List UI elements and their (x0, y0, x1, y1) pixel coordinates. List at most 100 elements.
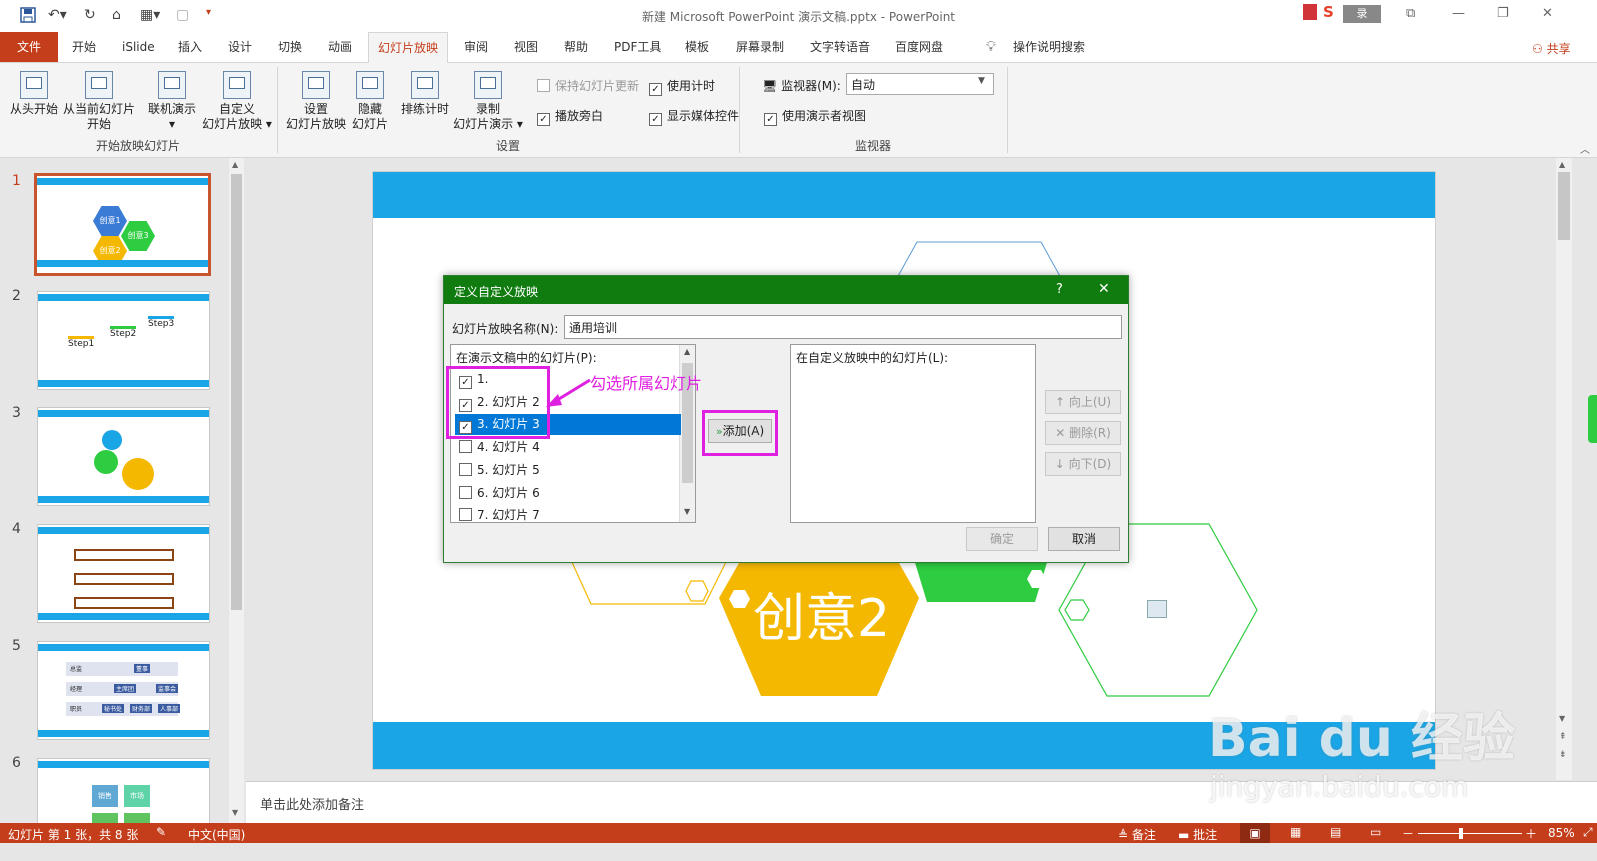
scroll-down-icon[interactable]: ▼ (684, 507, 690, 516)
zoom-in-button[interactable]: ＋ (1525, 825, 1537, 842)
presenter-view-checkbox[interactable]: ✓ 使用演示者视图 (764, 107, 866, 126)
thumbnail-scrollbar[interactable]: ▲ ▼ (229, 158, 244, 823)
use-timings-checkbox[interactable]: ✓ 使用计时 (649, 77, 715, 96)
restore-icon[interactable]: ❐ (1497, 6, 1509, 21)
from-current-button[interactable]: 从当前幻灯片 开始 (62, 69, 136, 132)
comments-toggle[interactable]: ▬ 批注 (1178, 826, 1217, 843)
collapse-ribbon-icon[interactable]: ︿ (1580, 141, 1590, 156)
zoom-out-button[interactable]: － (1402, 825, 1414, 842)
slide-thumbnail-6[interactable]: 销售 市场 (37, 758, 210, 824)
notes-toggle[interactable]: ≜ 备注 (1118, 826, 1156, 843)
from-beginning-button[interactable]: 从头开始 (4, 69, 64, 117)
close-icon[interactable]: ✕ (1098, 281, 1110, 297)
slide-thumbnail-2[interactable]: Step1 Step2 Step3 (37, 291, 210, 390)
side-tab[interactable] (1588, 395, 1597, 443)
show-name-input[interactable]: 通用培训 (564, 315, 1122, 339)
tell-me-search[interactable]: 操作说明搜索 (1004, 32, 1094, 62)
slide-thumbnail-3[interactable] (37, 407, 210, 506)
checkbox[interactable] (459, 462, 472, 476)
scrollbar-thumb[interactable] (1558, 172, 1570, 240)
tab-transitions[interactable]: 切换 (269, 32, 311, 62)
checkbox[interactable] (459, 508, 472, 522)
prev-slide-icon[interactable]: ⇞ (1559, 732, 1567, 742)
tab-insert[interactable]: 插入 (169, 32, 211, 62)
reading-view-icon[interactable]: ▤ (1330, 825, 1341, 839)
dialog-title-bar: 定义自定义放映 ? ✕ (444, 276, 1128, 304)
tab-home[interactable]: 开始 (63, 32, 105, 62)
zoom-level[interactable]: 85% (1548, 826, 1575, 840)
rehearse-timings-button[interactable]: 排练计时 (398, 69, 452, 117)
close-window-icon[interactable]: ✕ (1542, 6, 1553, 21)
zoom-slider[interactable] (1418, 833, 1522, 834)
tab-screen-record[interactable]: 屏幕录制 (727, 32, 793, 62)
scrollbar-thumb[interactable] (231, 174, 242, 610)
notes-placeholder: 单击此处添加备注 (260, 798, 365, 813)
tab-pdf-tools[interactable]: PDF工具 (605, 32, 670, 62)
custom-show-slides-list[interactable]: 在自定义放映中的幻灯片(L): (790, 344, 1036, 523)
tab-templates[interactable]: 模板 (676, 32, 718, 62)
scroll-down-icon[interactable]: ▼ (232, 808, 238, 817)
slide-thumbnail-5[interactable]: 总监 经理 职员 董事 主席团 监事会 秘书处 财务部 人事部 (37, 641, 210, 740)
slide-thumbnail-1[interactable]: 创意1 创意3 创意2 (34, 173, 211, 276)
scroll-up-icon[interactable]: ▲ (684, 347, 690, 356)
scroll-down-icon[interactable]: ▼ (1559, 714, 1565, 723)
scroll-up-icon[interactable]: ▲ (232, 160, 238, 169)
spelling-icon[interactable]: ✎ (156, 825, 166, 839)
editor-scrollbar[interactable]: ▲ ▼ ⇞ ⇟ (1556, 158, 1572, 780)
hide-slide-button[interactable]: 隐藏 幻灯片 (350, 69, 390, 132)
slide-sorter-icon[interactable]: ▦ (1290, 825, 1301, 839)
monitor-select[interactable]: 自动 ▼ (846, 73, 994, 95)
custom-slideshow-button[interactable]: 自定义 幻灯片放映 ▾ (200, 69, 274, 132)
sogou-icon[interactable]: S (1323, 3, 1334, 21)
slide-list-item[interactable]: 5. 幻灯片 5 (455, 460, 681, 481)
move-down-button[interactable]: ↓ 向下(D) (1045, 452, 1121, 476)
tab-baidu-netdisk[interactable]: 百度网盘 (886, 32, 952, 62)
fit-slide-icon[interactable]: ⤢ (1583, 825, 1593, 840)
language-indicator[interactable]: 中文(中国) (188, 826, 245, 843)
thumb-hexagon: 创意1 (93, 206, 127, 236)
minimize-icon[interactable]: — (1452, 6, 1465, 21)
ok-button[interactable]: 确定 (966, 527, 1038, 551)
chevron-down-icon: ▼ (978, 76, 985, 86)
tab-islide[interactable]: iSlide (113, 32, 164, 62)
share-button[interactable]: ⚇ 共享 (1532, 40, 1571, 57)
present-online-button[interactable]: 联机演示 ▾ (144, 69, 200, 132)
cancel-button[interactable]: 取消 (1048, 527, 1120, 551)
tab-slideshow[interactable]: 幻灯片放映 (368, 32, 449, 64)
tab-help[interactable]: 帮助 (555, 32, 597, 62)
show-media-controls-checkbox[interactable]: ✓ 显示媒体控件 (649, 107, 739, 126)
slide-thumbnail-4[interactable] (37, 524, 210, 623)
tab-text-to-speech[interactable]: 文字转语音 (801, 32, 879, 62)
keep-slides-updated-checkbox[interactable]: 保持幻灯片更新 (537, 77, 639, 94)
slide-list-label: 6. 幻灯片 6 (477, 485, 540, 500)
normal-view-icon[interactable]: ▣ (1240, 823, 1270, 843)
next-slide-icon[interactable]: ⇟ (1559, 750, 1567, 760)
move-up-button[interactable]: ↑ 向上(U) (1045, 390, 1121, 414)
tab-design[interactable]: 设计 (219, 32, 261, 62)
slide-list-item[interactable]: 4. 幻灯片 4 (455, 437, 681, 458)
slide-list-item[interactable]: 6. 幻灯片 6 (455, 483, 681, 504)
setup-slideshow-button[interactable]: 设置 幻灯片放映 (284, 69, 348, 132)
slideshow-view-icon[interactable]: ▭ (1370, 825, 1381, 839)
checkbox[interactable] (459, 440, 472, 454)
tab-file[interactable]: 文件 (0, 32, 59, 62)
delete-button[interactable]: ✕ 删除(R) (1045, 421, 1121, 445)
picture-placeholder-icon[interactable] (1147, 600, 1167, 618)
record-slideshow-button[interactable]: 录制 幻灯片演示 ▾ (450, 69, 526, 132)
pdf-icon[interactable] (1303, 4, 1317, 20)
tab-animations[interactable]: 动画 (319, 32, 361, 62)
slide-list-item[interactable]: 7. 幻灯片 7 (455, 505, 681, 522)
login-button[interactable]: 录 (1343, 5, 1381, 23)
help-button[interactable]: ? (1056, 282, 1063, 297)
tab-review[interactable]: 审阅 (455, 32, 497, 62)
scroll-up-icon[interactable]: ▲ (1559, 160, 1565, 169)
org-row (66, 662, 178, 676)
ribbon-display-icon[interactable]: ⧉ (1406, 6, 1415, 21)
play-narrations-checkbox[interactable]: ✓ 播放旁白 (537, 107, 603, 126)
add-button[interactable]: »添加(A) (708, 419, 772, 443)
comment-icon: ▬ (1178, 828, 1194, 842)
tab-view[interactable]: 视图 (505, 32, 547, 62)
checkbox[interactable] (459, 485, 472, 499)
check-icon: ✓ (649, 113, 662, 126)
zoom-slider-thumb[interactable] (1459, 828, 1463, 839)
